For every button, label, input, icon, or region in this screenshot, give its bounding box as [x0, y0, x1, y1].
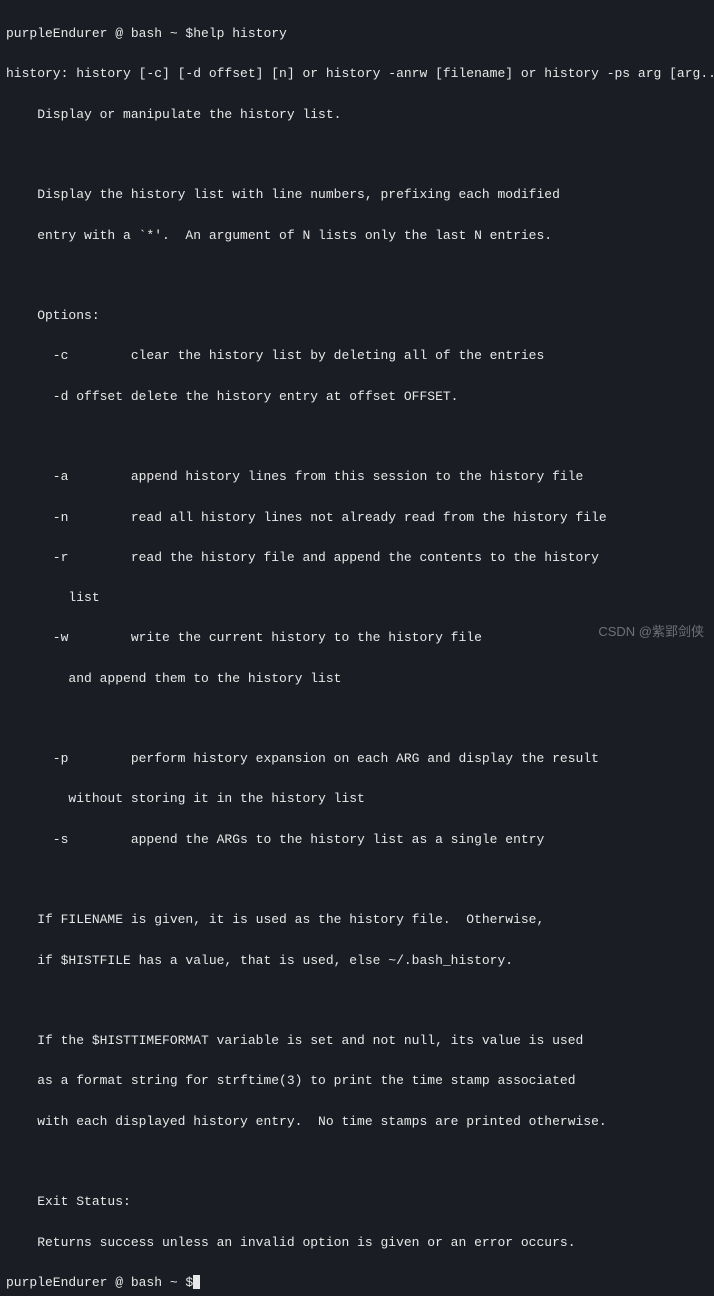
shell-prompt: purpleEndurer @ bash ~ $ [6, 26, 193, 41]
blank-line [6, 870, 708, 890]
filename-note-2: if $HISTFILE has a value, that is used, … [6, 951, 708, 971]
help-desc-1: Display the history list with line numbe… [6, 185, 708, 205]
option-w-cont: and append them to the history list [6, 669, 708, 689]
blank-line [6, 709, 708, 729]
histtime-note-2: as a format string for strftime(3) to pr… [6, 1071, 708, 1091]
blank-line [6, 427, 708, 447]
help-usage: history: history [-c] [-d offset] [n] or… [6, 64, 708, 84]
option-r: -r read the history file and append the … [6, 548, 708, 568]
cursor-icon [193, 1275, 200, 1289]
option-a: -a append history lines from this sessio… [6, 467, 708, 487]
option-p: -p perform history expansion on each ARG… [6, 749, 708, 769]
blank-line [6, 266, 708, 286]
option-c: -c clear the history list by deleting al… [6, 346, 708, 366]
option-n: -n read all history lines not already re… [6, 508, 708, 528]
help-desc-2: entry with a `*'. An argument of N lists… [6, 226, 708, 246]
prompt-line-1: purpleEndurer @ bash ~ $help history [6, 24, 708, 44]
option-r-cont: list [6, 588, 708, 608]
terminal-output[interactable]: purpleEndurer @ bash ~ $help history his… [6, 4, 708, 1296]
command-text: help history [193, 26, 287, 41]
option-s: -s append the ARGs to the history list a… [6, 830, 708, 850]
prompt-line-2[interactable]: purpleEndurer @ bash ~ $ [6, 1273, 708, 1293]
option-d: -d offset delete the history entry at of… [6, 387, 708, 407]
filename-note-1: If FILENAME is given, it is used as the … [6, 910, 708, 930]
blank-line [6, 991, 708, 1011]
exit-status-desc: Returns success unless an invalid option… [6, 1233, 708, 1253]
option-p-cont: without storing it in the history list [6, 789, 708, 809]
shell-prompt: purpleEndurer @ bash ~ $ [6, 1275, 193, 1290]
exit-status-header: Exit Status: [6, 1192, 708, 1212]
blank-line [6, 145, 708, 165]
options-header: Options: [6, 306, 708, 326]
histtime-note-3: with each displayed history entry. No ti… [6, 1112, 708, 1132]
help-summary: Display or manipulate the history list. [6, 105, 708, 125]
histtime-note-1: If the $HISTTIMEFORMAT variable is set a… [6, 1031, 708, 1051]
blank-line [6, 1152, 708, 1172]
watermark-text: CSDN @紫郢剑侠 [598, 622, 704, 642]
